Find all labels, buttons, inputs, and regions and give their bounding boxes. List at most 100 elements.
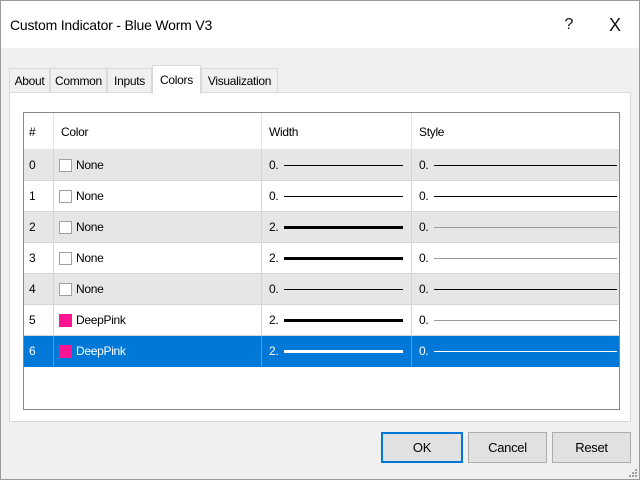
column-header-color[interactable]: Color — [54, 113, 262, 150]
ok-button-label: OK — [412, 440, 432, 455]
color-name: DeepPink — [76, 344, 126, 358]
style-line-preview — [434, 319, 618, 321]
width-cell[interactable]: 2. — [262, 212, 412, 243]
style-line-preview — [434, 288, 618, 290]
style-line-preview — [434, 195, 618, 197]
table-row[interactable]: 5 DeepPink 2. 0. — [24, 305, 619, 336]
tab-inputs-label: Inputs — [114, 74, 145, 88]
table-row[interactable]: 1 None 0. 0. — [24, 181, 619, 212]
style-cell[interactable]: 0. — [412, 181, 619, 212]
table-row[interactable]: 6 DeepPink 2. 0. — [24, 336, 619, 367]
width-cell[interactable]: 2. — [262, 243, 412, 274]
style-value: 0. — [419, 344, 429, 358]
resize-grip-icon[interactable] — [627, 467, 637, 477]
style-cell[interactable]: 0. — [412, 150, 619, 181]
colors-panel: # Color Width Style 0 None 0. 0. 1 None 0. 0. 2 N… — [9, 92, 631, 422]
style-cell[interactable]: 0. — [412, 305, 619, 336]
style-line-preview — [434, 257, 618, 259]
tab-colors[interactable]: Colors — [152, 65, 201, 94]
color-name: None — [76, 189, 104, 203]
tab-colors-label: Colors — [160, 73, 193, 87]
width-line-preview — [284, 256, 404, 260]
column-header-index[interactable]: # — [24, 113, 54, 150]
column-header-width[interactable]: Width — [262, 113, 412, 150]
tab-visualization[interactable]: Visualization — [201, 68, 278, 93]
row-index: 6 — [24, 336, 54, 367]
style-cell[interactable]: 0. — [412, 336, 619, 367]
width-value: 2. — [269, 313, 279, 327]
row-index: 0 — [24, 150, 54, 181]
color-name: None — [76, 158, 104, 172]
width-value: 0. — [269, 189, 279, 203]
tab-inputs[interactable]: Inputs — [107, 68, 152, 93]
color-cell[interactable]: None — [54, 181, 262, 212]
tab-about[interactable]: About — [9, 68, 50, 93]
column-header-style[interactable]: Style — [412, 113, 619, 150]
title-bar[interactable]: Custom Indicator - Blue Worm V3 ? X — [1, 1, 639, 48]
reset-button-label: Reset — [575, 440, 608, 455]
style-cell[interactable]: 0. — [412, 274, 619, 305]
width-value: 0. — [269, 282, 279, 296]
row-index: 2 — [24, 212, 54, 243]
reset-button[interactable]: Reset — [552, 432, 631, 463]
cancel-button[interactable]: Cancel — [468, 432, 547, 463]
table-row[interactable]: 3 None 2. 0. — [24, 243, 619, 274]
width-line-preview — [284, 195, 404, 197]
width-line-preview — [284, 225, 404, 229]
color-cell[interactable]: DeepPink — [54, 336, 262, 367]
width-line-preview — [284, 288, 404, 290]
color-swatch — [59, 189, 72, 203]
color-cell[interactable]: DeepPink — [54, 305, 262, 336]
window-title: Custom Indicator - Blue Worm V3 — [10, 17, 213, 33]
tab-common-label: Common — [55, 74, 102, 88]
row-index: 3 — [24, 243, 54, 274]
row-index: 4 — [24, 274, 54, 305]
ok-button[interactable]: OK — [381, 432, 463, 463]
width-cell[interactable]: 0. — [262, 181, 412, 212]
color-cell[interactable]: None — [54, 274, 262, 305]
style-value: 0. — [419, 158, 429, 172]
close-button[interactable]: X — [595, 9, 635, 41]
width-value: 2. — [269, 344, 279, 358]
width-value: 2. — [269, 220, 279, 234]
color-name: None — [76, 220, 104, 234]
style-value: 0. — [419, 220, 429, 234]
style-cell[interactable]: 0. — [412, 243, 619, 274]
color-swatch — [59, 313, 72, 327]
table-row[interactable]: 2 None 2. 0. — [24, 212, 619, 243]
style-value: 0. — [419, 282, 429, 296]
width-value: 0. — [269, 158, 279, 172]
color-swatch — [59, 251, 72, 265]
color-cell[interactable]: None — [54, 212, 262, 243]
color-cell[interactable]: None — [54, 150, 262, 181]
table-row[interactable]: 4 None 0. 0. — [24, 274, 619, 305]
color-cell[interactable]: None — [54, 243, 262, 274]
table-row[interactable]: 0 None 0. 0. — [24, 150, 619, 181]
color-name: None — [76, 251, 104, 265]
help-button[interactable]: ? — [549, 9, 589, 41]
cancel-button-label: Cancel — [488, 440, 527, 455]
style-line-preview — [434, 164, 618, 166]
width-line-preview — [284, 349, 404, 353]
width-line-preview — [284, 318, 404, 322]
style-cell[interactable]: 0. — [412, 212, 619, 243]
width-cell[interactable]: 2. — [262, 305, 412, 336]
row-index: 1 — [24, 181, 54, 212]
color-swatch — [59, 220, 72, 234]
color-swatch — [59, 344, 72, 358]
color-swatch — [59, 282, 72, 296]
tab-common[interactable]: Common — [50, 68, 107, 93]
style-value: 0. — [419, 189, 429, 203]
width-value: 2. — [269, 251, 279, 265]
colors-table: # Color Width Style 0 None 0. 0. 1 None 0. 0. 2 N… — [23, 112, 620, 410]
tab-about-label: About — [14, 74, 45, 88]
style-line-preview — [434, 350, 618, 352]
row-index: 5 — [24, 305, 54, 336]
width-cell[interactable]: 2. — [262, 336, 412, 367]
custom-indicator-dialog: Custom Indicator - Blue Worm V3 ? X Abou… — [0, 0, 640, 480]
width-cell[interactable]: 0. — [262, 150, 412, 181]
width-cell[interactable]: 0. — [262, 274, 412, 305]
color-swatch — [59, 158, 72, 172]
table-header: # Color Width Style — [24, 113, 619, 150]
style-value: 0. — [419, 251, 429, 265]
